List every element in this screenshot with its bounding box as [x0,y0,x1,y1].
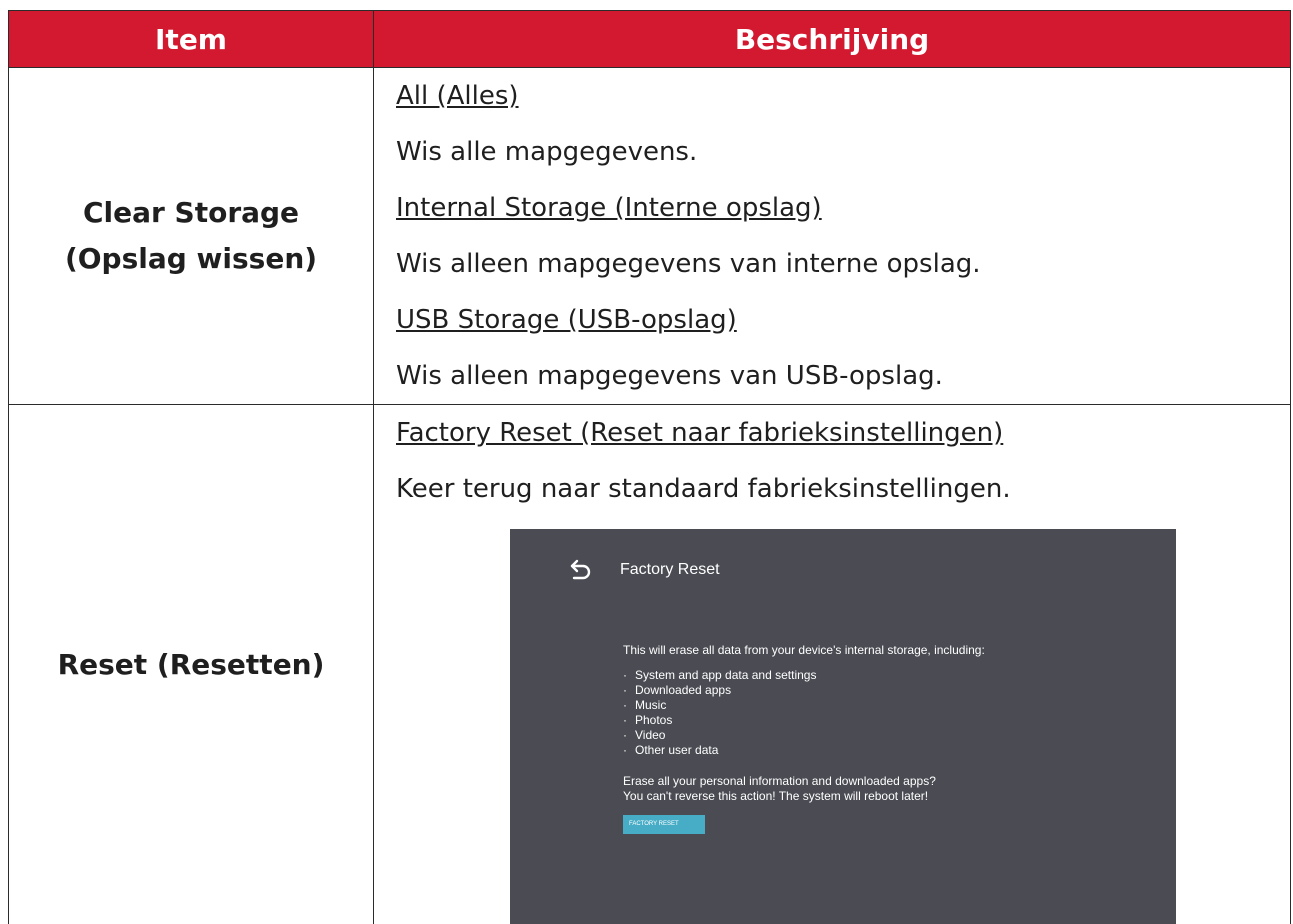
option-desc-all: Wis alle mapgegevens. [396,124,1290,180]
screenshot-header: Factory Reset [568,557,720,583]
screenshot-body: This will erase all data from your devic… [623,643,985,834]
list-item: Photos [623,713,985,728]
table-row-clear-storage: Clear Storage (Opslag wissen) All (Alles… [9,68,1291,405]
erase-intro: This will erase all data from your devic… [623,643,985,658]
item-label-line1: Clear Storage [10,190,372,236]
option-desc-factory-reset: Keer terug naar standaard fabrieksinstel… [396,461,1290,517]
item-label-line2: (Opslag wissen) [10,236,372,282]
option-title-factory-reset: Factory Reset (Reset naar fabrieksinstel… [396,405,1290,461]
list-item: Music [623,698,985,713]
settings-table: Item Beschrijving Clear Storage (Opslag … [8,10,1291,924]
list-item: Video [623,728,985,743]
list-item: Other user data [623,743,985,758]
option-desc-usb: Wis alleen mapgegevens van USB-opslag. [396,348,1290,404]
table-header-row: Item Beschrijving [9,11,1291,68]
factory-reset-button[interactable]: FACTORY RESET [623,815,705,834]
erase-list: System and app data and settings Downloa… [623,668,985,758]
erase-warning: You can't reverse this action! The syste… [623,789,985,804]
option-title-all: All (Alles) [396,68,1290,124]
desc-clear-storage: All (Alles) Wis alle mapgegevens. Intern… [374,68,1291,405]
option-title-usb: USB Storage (USB-opslag) [396,292,1290,348]
back-arrow-icon[interactable] [568,557,594,583]
factory-reset-screenshot: Factory Reset This will erase all data f… [510,529,1176,924]
list-item: System and app data and settings [623,668,985,683]
header-item: Item [9,11,374,68]
item-clear-storage: Clear Storage (Opslag wissen) [9,68,374,405]
list-item: Downloaded apps [623,683,985,698]
option-title-internal: Internal Storage (Interne opslag) [396,180,1290,236]
desc-reset: Factory Reset (Reset naar fabrieksinstel… [374,405,1291,924]
screenshot-title: Factory Reset [620,561,720,579]
erase-question: Erase all your personal information and … [623,774,985,789]
item-reset: Reset (Resetten) [9,405,374,924]
header-description: Beschrijving [374,11,1291,68]
table-row-reset: Reset (Resetten) Factory Reset (Reset na… [9,405,1291,924]
option-desc-internal: Wis alleen mapgegevens van interne opsla… [396,236,1290,292]
